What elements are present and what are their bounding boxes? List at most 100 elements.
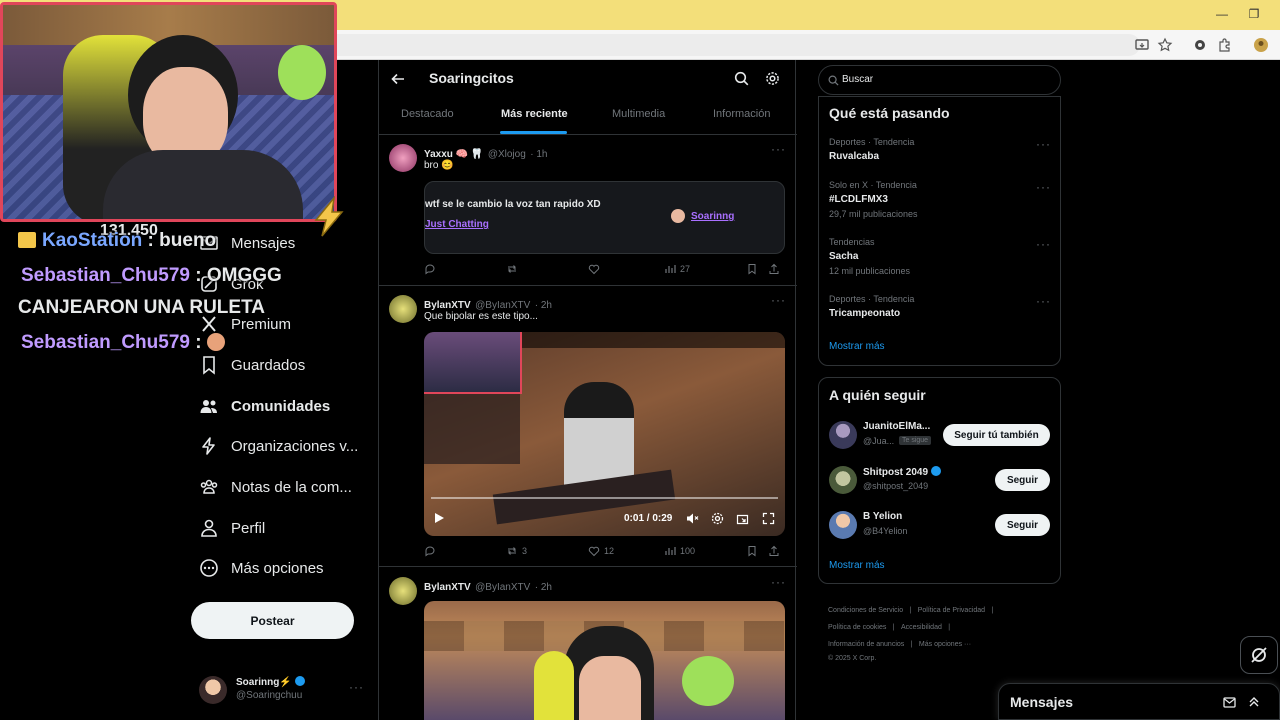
trend-item[interactable]: Tendencias Sacha 12 mil publicaciones ··… [819,235,1060,281]
trends-panel: Qué está pasando Deportes · Tendencia Ru… [818,96,1061,366]
reply-button[interactable] [424,545,506,557]
retweet-icon [508,265,516,273]
trend-more-icon[interactable]: ··· [1036,237,1051,251]
sidebar-item-perfil[interactable]: Perfil [199,513,265,543]
post-button[interactable]: Postear [191,602,354,639]
search-box[interactable]: Buscar [818,65,1061,95]
tab-multimedia[interactable]: Multimedia [612,108,665,120]
trend-more-icon[interactable]: ··· [1036,180,1051,194]
like-button[interactable] [588,263,664,275]
tweet-avatar[interactable] [389,577,417,605]
follow-button[interactable]: Seguir [995,469,1050,491]
card-category-link[interactable]: Just Chatting [425,219,489,230]
messages-drawer[interactable]: Mensajes [998,683,1280,720]
stream-link-card[interactable]: wtf se le cambio la voz tan rapido XD Ju… [424,181,785,254]
trend-item[interactable]: Deportes · Tendencia Tricampeonato ··· [819,292,1060,332]
sidebar-item-notas-comunidad[interactable]: Notas de la com... [199,472,352,502]
account-more-icon[interactable]: ··· [349,680,364,694]
tab-mas-reciente[interactable]: Más reciente [501,108,568,120]
share-icon[interactable] [768,545,780,557]
sidebar-item-mas-opciones[interactable]: Más opciones [199,553,324,583]
grok-floating-button[interactable] [1240,636,1278,674]
tab-destacado[interactable]: Destacado [401,108,454,120]
follow-suggestion[interactable]: B Yelion @B4Yelion Seguir [819,508,1060,544]
sidebar-item-organizaciones[interactable]: Organizaciones v... [199,431,358,461]
tweet-avatar[interactable] [389,144,417,172]
tab-informacion[interactable]: Información [713,108,770,120]
person-face [579,656,641,720]
messages-drawer-title: Mensajes [1010,694,1074,710]
extension-icon[interactable] [1192,37,1208,53]
footer-links: Condiciones de Servicio | Política de Pr… [828,607,994,662]
footer-more-link[interactable]: Más opciones ··· [919,641,971,648]
tweet-more-icon[interactable]: ··· [771,142,786,156]
tweet[interactable]: BylanXTV @ByIanXTV · 2h ··· Que bipolar … [379,286,797,567]
new-message-icon[interactable] [1223,696,1237,709]
follow-show-more-link[interactable]: Mostrar más [829,560,885,571]
account-switcher[interactable]: Soarinng⚡ @Soaringchuu ··· [199,674,369,706]
tweet[interactable]: BylanXTV @ByIanXTV · 2h ··· [379,568,797,720]
tweet-more-icon[interactable]: ··· [771,575,786,589]
follow-suggestion[interactable]: Shitpost 2049 @shitpost_2049 Seguir [819,463,1060,499]
follow-button[interactable]: Seguir [995,514,1050,536]
sidebar-item-label: Perfil [231,519,266,537]
trend-item[interactable]: Deportes · Tendencia Ruvalcaba ··· [819,135,1060,175]
plush-toy [278,45,326,100]
restore-window-button[interactable]: ❐ [1246,6,1262,22]
footer-privacy-link[interactable]: Política de Privacidad [918,607,985,614]
bookmark-star-icon[interactable] [1157,37,1173,53]
trends-show-more-link[interactable]: Mostrar más [829,341,885,352]
minimize-window-button[interactable]: — [1214,6,1230,22]
search-icon[interactable] [734,71,749,86]
profile-avatar-icon[interactable] [1253,37,1269,53]
search-input[interactable]: Buscar [842,74,873,85]
like-button[interactable]: 12 [588,545,664,557]
share-icon[interactable] [768,263,780,275]
play-icon[interactable] [433,512,445,524]
gear-icon[interactable] [765,71,780,86]
puzzle-extensions-icon[interactable] [1217,37,1233,53]
views-button[interactable]: 27 [664,263,746,275]
tweet[interactable]: Yaxxu 🧠 🦷 @Xlojog · 1h ··· bro 😊 wtf se … [379,135,797,286]
footer-accessibility-link[interactable]: Accesibilidad [901,624,942,631]
sidebar-item-guardados[interactable]: Guardados [199,350,305,380]
community-header: Soaringcitos [379,60,797,100]
channel-avatar [671,209,685,223]
trend-item[interactable]: Solo en X · Tendencia #LCDLFMX3 29,7 mil… [819,178,1060,224]
video-progress-bar[interactable] [431,497,778,499]
retweet-button[interactable]: 3 [506,545,588,557]
picture-in-picture-icon[interactable] [736,512,749,525]
suggestion-avatar[interactable] [829,421,857,449]
footer-cookies-link[interactable]: Política de cookies [828,624,886,631]
trends-title: Qué está pasando [829,105,950,121]
back-arrow-icon[interactable] [391,72,405,86]
crown-icon [18,232,36,248]
trend-more-icon[interactable]: ··· [1036,294,1051,308]
bookmark-icon[interactable] [746,545,758,557]
bookmark-icon[interactable] [746,263,758,275]
follow-suggestion[interactable]: JuanitoElMa... @Jua... Te sigue Seguir t… [819,418,1060,454]
settings-icon[interactable] [711,512,724,525]
sidebar-item-comunidades[interactable]: Comunidades [199,391,330,421]
sidebar-item-label: Guardados [231,356,306,374]
suggestion-avatar[interactable] [829,511,857,539]
tweet-more-icon[interactable]: ··· [771,293,786,307]
views-button[interactable]: 100 [664,545,746,557]
follow-back-button[interactable]: Seguir tú también [943,424,1050,446]
tweet-media[interactable] [424,601,785,720]
retweet-button[interactable] [506,263,588,275]
chevron-up-double-icon[interactable] [1247,695,1261,709]
mute-icon[interactable] [686,512,699,525]
tweet-avatar[interactable] [389,295,417,323]
webcam-overlay [0,2,337,222]
trend-more-icon[interactable]: ··· [1036,137,1051,151]
footer-terms-link[interactable]: Condiciones de Servicio [828,607,903,614]
fullscreen-icon[interactable] [762,512,775,525]
channel-link[interactable]: Soarinng [691,211,734,222]
install-app-icon[interactable] [1134,37,1150,53]
community-notes-icon [200,479,218,494]
suggestion-avatar[interactable] [829,466,857,494]
video-player[interactable]: 0:01 / 0:29 [424,332,785,536]
sidebar-item-label: Comunidades [231,397,331,415]
reply-button[interactable] [424,263,506,275]
